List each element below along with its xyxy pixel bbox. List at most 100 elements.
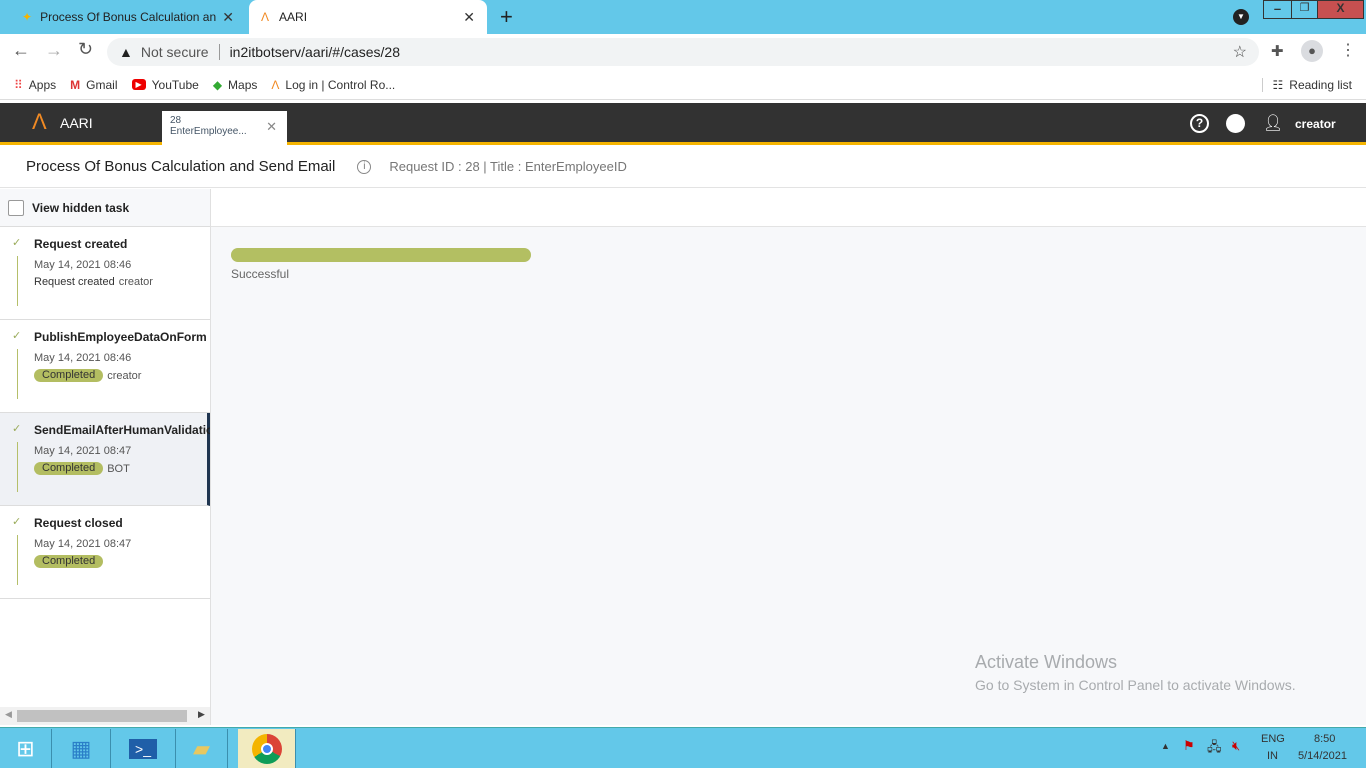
aari-logo-icon: Λ	[261, 10, 270, 24]
youtube-icon: ▶	[131, 79, 146, 90]
forward-icon[interactable]: →	[45, 40, 63, 61]
status-badge: Completed	[34, 555, 104, 568]
user-name[interactable]: creator	[1295, 117, 1336, 131]
aari-logo-icon: Λ	[271, 77, 280, 92]
scrollbar-thumb[interactable]	[17, 710, 187, 722]
timeline-line	[17, 349, 18, 399]
file-explorer-button[interactable]: ▰	[176, 729, 228, 768]
task-date: May 14, 2021 08:46	[34, 352, 132, 364]
check-icon: ✓	[12, 516, 22, 528]
bookmark-gmail[interactable]: M Gmail	[70, 78, 117, 92]
minimize-button[interactable]: –	[1263, 0, 1292, 19]
task-name: PublishEmployeeDataOnForm	[34, 330, 207, 344]
apps-grid-icon: ⠿	[14, 77, 23, 92]
bookmark-control-room[interactable]: Λ Log in | Control Ro...	[271, 78, 395, 92]
windows-logo-icon: ⊞	[16, 735, 35, 761]
task-actor: BOT	[107, 462, 130, 475]
reading-list-button[interactable]: ☷ Reading list	[1261, 77, 1352, 92]
user-icon: 👤︎	[1263, 115, 1284, 132]
browser-tab-strip: ✦ Process Of Bonus Calculation and Send …	[0, 0, 1366, 34]
task-item[interactable]: ✓ SendEmailAfterHumanValidation May 14, …	[0, 413, 210, 506]
check-icon: ✓	[12, 237, 22, 249]
bookmarks-bar: ⠿ Apps M Gmail ▶ YouTube ◆ Maps Λ Log in | Co…	[0, 70, 1366, 100]
clock-time[interactable]: 8:50	[1314, 733, 1335, 745]
start-button[interactable]: ⊞	[0, 729, 52, 768]
bookmark-maps[interactable]: ◆ Maps	[213, 78, 258, 92]
status-badge: Completed	[34, 462, 104, 475]
status-badge: Request created	[34, 276, 115, 288]
reading-list-icon: ☷	[1272, 77, 1284, 92]
activate-windows-title: Activate Windows	[975, 652, 1118, 672]
powershell-icon: >_	[129, 738, 157, 759]
case-tab[interactable]: 28 EnterEmployee... ✕	[162, 111, 287, 145]
profile-icon[interactable]: ●	[1301, 40, 1323, 62]
timeline-line	[17, 256, 18, 306]
task-name: Request created	[34, 237, 128, 251]
language-indicator[interactable]: ENG	[1261, 733, 1285, 745]
globe-icon[interactable]	[1226, 114, 1245, 133]
task-item[interactable]: ✓ PublishEmployeeDataOnForm May 14, 2021…	[0, 320, 210, 413]
windows-taskbar: ⊞ ▦ >_ ▰ ▲ ⚑ 🖧 🔇︎ ENG IN 8:50 5/14/2021	[0, 727, 1366, 768]
bookmark-youtube[interactable]: ▶ YouTube	[131, 78, 199, 92]
back-icon[interactable]: ←	[12, 40, 30, 61]
server-manager-icon: ▦	[70, 735, 92, 761]
chrome-icon	[251, 733, 282, 764]
bookmark-apps[interactable]: ⠿ Apps	[14, 78, 56, 92]
help-icon[interactable]: ?	[1190, 114, 1209, 133]
extensions-icon[interactable]: ✚	[1271, 42, 1284, 60]
menu-icon[interactable]: ⋮	[1340, 40, 1356, 60]
check-icon: ✓	[12, 330, 22, 342]
app-header: Λ AARI 28 EnterEmployee... ✕ ? 👤︎ creato…	[0, 103, 1366, 145]
aari-logo-icon: Λ	[32, 109, 47, 134]
task-name: Request closed	[34, 516, 123, 530]
chrome-taskbar-button[interactable]	[238, 729, 296, 768]
progress-bar	[231, 248, 531, 262]
volume-muted-icon[interactable]: 🔇︎	[1232, 738, 1240, 754]
page-title: Process Of Bonus Calculation and Send Em…	[26, 158, 336, 175]
restore-button[interactable]: ❐	[1291, 0, 1318, 19]
clock-date[interactable]: 5/14/2021	[1298, 750, 1347, 762]
reload-icon[interactable]: ↻	[78, 39, 93, 60]
task-detail-panel: Successful Activate Windows Go to System…	[211, 189, 1366, 725]
show-hidden-icons[interactable]: ▲	[1161, 741, 1170, 751]
browser-tab-aari[interactable]: Λ AARI ✕	[249, 0, 487, 34]
gmail-icon: M	[70, 77, 81, 92]
new-tab-button[interactable]: +	[500, 4, 513, 30]
horizontal-scrollbar[interactable]: ◀ ▶	[0, 707, 210, 725]
address-bar[interactable]: ▲ Not secure in2itbotserv/aari/#/cases/2…	[107, 38, 1259, 66]
timeline-line	[17, 535, 18, 585]
status-badge: Completed	[34, 369, 104, 382]
network-icon[interactable]: 🖧	[1207, 738, 1222, 760]
task-item[interactable]: ✓ Request closed May 14, 2021 08:47 Comp…	[0, 506, 210, 599]
check-icon: ✓	[12, 423, 22, 435]
case-title-bar: Process Of Bonus Calculation and Send Em…	[0, 146, 1366, 188]
close-tab-icon[interactable]: ✕	[463, 9, 475, 26]
detail-header	[211, 189, 1366, 227]
folder-icon: ▰	[193, 735, 210, 761]
action-center-icon[interactable]: ⚑	[1183, 738, 1195, 754]
app-name: AARI	[60, 115, 93, 131]
task-actor: creator	[118, 276, 153, 288]
view-hidden-task-toggle[interactable]: View hidden task	[0, 189, 210, 227]
activate-windows-subtitle: Go to System in Control Panel to activat…	[975, 677, 1296, 693]
close-tab-icon[interactable]: ✕	[222, 9, 234, 26]
browser-tab-process[interactable]: ✦ Process Of Bonus Calculation and Send …	[10, 0, 246, 34]
view-hidden-checkbox[interactable]	[8, 199, 24, 216]
close-case-tab-icon[interactable]: ✕	[266, 119, 277, 135]
warning-icon: ▲	[119, 44, 133, 60]
close-window-button[interactable]: X	[1317, 0, 1364, 19]
progress-fill	[231, 248, 531, 262]
request-meta: Request ID : 28 | Title : EnterEmployeeI…	[389, 159, 627, 174]
timeline-line	[17, 442, 18, 492]
browser-toolbar: ← → ↻ ▲ Not secure in2itbotserv/aari/#/c…	[0, 34, 1366, 70]
bookmark-star-icon[interactable]: ☆	[1233, 42, 1247, 62]
tab-search-icon[interactable]: ▼	[1233, 9, 1249, 25]
powershell-button[interactable]: >_	[111, 729, 176, 768]
task-name: SendEmailAfterHumanValidation	[34, 423, 210, 437]
task-item[interactable]: ✓ Request created May 14, 2021 08:46 Req…	[0, 227, 210, 320]
task-date: May 14, 2021 08:47	[34, 538, 132, 550]
info-icon[interactable]: i	[357, 159, 372, 174]
task-date: May 14, 2021 08:46	[34, 259, 132, 271]
server-manager-button[interactable]: ▦	[52, 729, 111, 768]
task-sidebar: View hidden task ✓ Request created May 1…	[0, 189, 211, 725]
